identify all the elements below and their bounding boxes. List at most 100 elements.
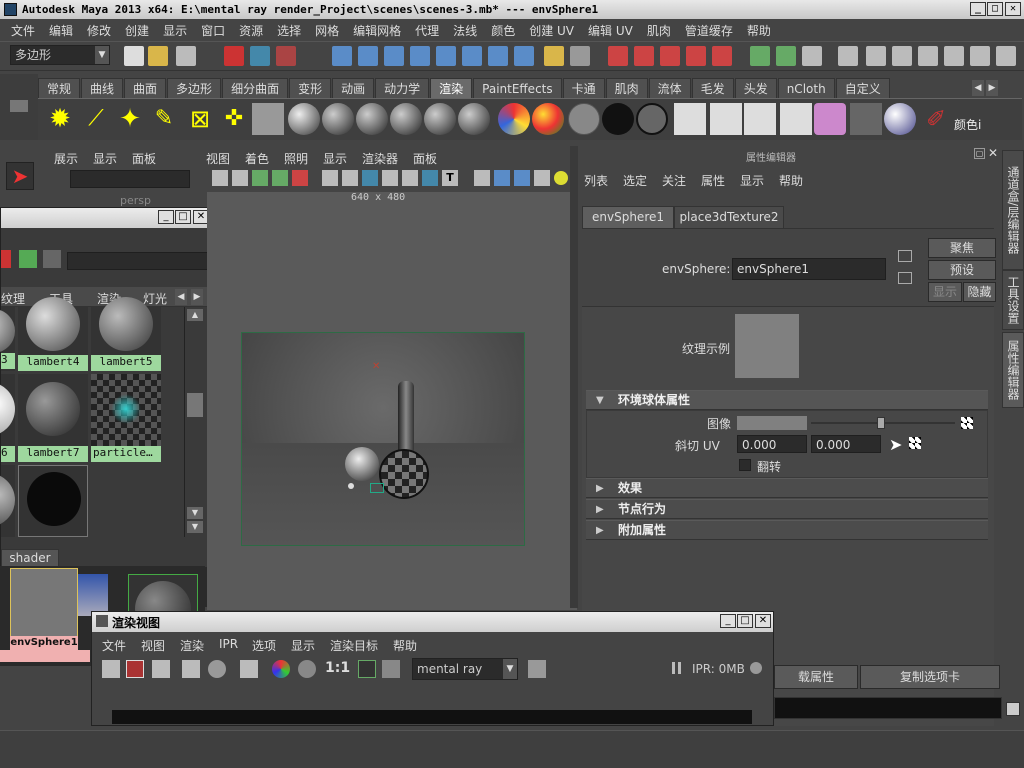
rv-menu-view[interactable]: 视图 — [141, 637, 165, 654]
shelf-tab-painteffects[interactable]: PaintEffects — [473, 78, 562, 98]
close-panel-icon[interactable]: ✕ — [988, 146, 998, 160]
presets-button[interactable]: 预设 — [928, 260, 996, 280]
viewport-menu-panels[interactable]: 面板 — [413, 150, 437, 167]
film-gate-icon[interactable] — [342, 170, 358, 186]
renderer-dropdown[interactable]: mental ray ▼ — [412, 658, 518, 680]
shelf-scroll-right-icon[interactable]: ▶ — [986, 80, 998, 96]
toggle-sidebar-icon[interactable] — [802, 46, 822, 66]
shelf-tab-animation[interactable]: 动画 — [332, 78, 375, 98]
menu-window[interactable]: 窗口 — [194, 22, 232, 39]
menu-edit[interactable]: 编辑 — [42, 22, 80, 39]
hypershade-graph-icon[interactable] — [19, 250, 37, 268]
render-settings-shelf-icon[interactable] — [780, 103, 812, 135]
textured-icon[interactable] — [514, 170, 530, 186]
hypershade-minimize-button[interactable]: _ — [158, 210, 174, 224]
volume-light-icon[interactable]: ✜ — [218, 103, 250, 135]
alpha-channel-icon[interactable] — [298, 660, 316, 678]
panel-toggle-icon[interactable] — [944, 46, 964, 66]
ipr-clapper-icon[interactable] — [710, 103, 742, 135]
rv-menu-help[interactable]: 帮助 — [393, 637, 417, 654]
spot-light-icon[interactable]: ✎ — [148, 103, 180, 135]
select-object-icon[interactable] — [250, 46, 270, 66]
layered-shader-icon[interactable] — [532, 103, 564, 135]
image-slider-handle[interactable] — [877, 417, 885, 429]
command-feedback-field[interactable] — [774, 697, 1002, 719]
load-attributes-button[interactable]: 载属性 — [774, 665, 858, 689]
viewport-menu-view[interactable]: 视图 — [206, 150, 230, 167]
shelf-tab-toon[interactable]: 卡通 — [562, 78, 605, 98]
section-effects[interactable]: ▶ 效果 — [586, 478, 988, 498]
maximize-button[interactable]: □ — [987, 2, 1003, 16]
attribute-editor-toggle-icon[interactable] — [866, 46, 886, 66]
shelf-tab-general[interactable]: 常规 — [38, 78, 81, 98]
render-diagnostics-icon[interactable] — [850, 103, 882, 135]
envsphere-node-swatch[interactable] — [10, 568, 78, 638]
redo-render-icon[interactable] — [102, 660, 120, 678]
modeling-toolkit-icon[interactable] — [838, 46, 858, 66]
shelf-tab-polygons[interactable]: 多边形 — [167, 78, 222, 98]
checker-sphere-mesh[interactable] — [379, 449, 429, 499]
image-node-swatch[interactable] — [78, 574, 108, 616]
ramp-shader-icon[interactable] — [498, 103, 530, 135]
minimize-button[interactable]: _ — [970, 2, 986, 16]
outliner-search-field[interactable] — [70, 170, 190, 188]
menu-modify[interactable]: 修改 — [80, 22, 118, 39]
gate-mask-icon[interactable] — [382, 170, 398, 186]
field-chart-icon[interactable] — [402, 170, 418, 186]
color-tool-label[interactable]: 颜色i — [954, 103, 988, 135]
swatch-lambert5[interactable]: lambert5 — [91, 297, 161, 371]
rgb-channels-icon[interactable] — [272, 660, 290, 678]
menu-file[interactable]: 文件 — [4, 22, 42, 39]
bookmark-icon[interactable] — [252, 170, 268, 186]
camera-attributes-icon[interactable] — [212, 170, 228, 186]
menu-proxy[interactable]: 代理 — [408, 22, 446, 39]
viewport-menu-show[interactable]: 显示 — [323, 150, 347, 167]
show-button[interactable]: 显示 — [928, 282, 962, 302]
shear-map-icon[interactable] — [909, 437, 921, 449]
swatch-partial[interactable] — [0, 465, 15, 537]
image-plane-icon[interactable] — [272, 170, 288, 186]
scroll-end-icon[interactable]: ▼ — [187, 521, 203, 533]
refresh-ipr-icon[interactable] — [208, 660, 226, 678]
menu-help[interactable]: 帮助 — [740, 22, 778, 39]
ae-menu-show[interactable]: 显示 — [740, 172, 764, 189]
hypershade-tab-lights[interactable]: 灯光 — [143, 290, 167, 307]
menu-edit-mesh[interactable]: 编辑网格 — [346, 22, 408, 39]
snap-plane-icon[interactable] — [410, 46, 430, 66]
viewport-menu-lighting[interactable]: 照明 — [284, 150, 308, 167]
render-view-minimize-button[interactable]: _ — [720, 614, 736, 628]
lock-icon[interactable] — [544, 46, 564, 66]
phong-sphere-icon[interactable] — [390, 103, 422, 135]
open-scene-icon[interactable] — [148, 46, 168, 66]
snap-grid-icon[interactable] — [332, 46, 352, 66]
menu-mesh[interactable]: 网格 — [308, 22, 346, 39]
rv-menu-render[interactable]: 渲染 — [180, 637, 204, 654]
rv-menu-display[interactable]: 显示 — [291, 637, 315, 654]
hide-button[interactable]: 隐藏 — [963, 282, 996, 302]
hypershade-tab-textures[interactable]: 纹理 — [1, 290, 25, 307]
grid-icon[interactable] — [322, 170, 338, 186]
blinn-sphere-icon[interactable] — [356, 103, 388, 135]
ipr-render-icon[interactable] — [634, 46, 654, 66]
focus-button[interactable]: 聚焦 — [928, 238, 996, 258]
scroll-up-icon[interactable]: ▲ — [187, 309, 203, 321]
render-sphere-icon[interactable] — [288, 103, 320, 135]
phonge-sphere-icon[interactable] — [424, 103, 456, 135]
menu-display[interactable]: 显示 — [156, 22, 194, 39]
shelf-tab-deformation[interactable]: 变形 — [289, 78, 332, 98]
menu-muscle[interactable]: 肌肉 — [640, 22, 678, 39]
cylinder-mesh[interactable] — [398, 381, 414, 455]
close-button[interactable]: ✕ — [1005, 2, 1021, 16]
rv-menu-options[interactable]: 选项 — [252, 637, 276, 654]
viewport-menu-shading[interactable]: 着色 — [245, 150, 269, 167]
viewport-menu-renderer[interactable]: 渲染器 — [362, 150, 398, 167]
shelf-menu-icon[interactable] — [10, 100, 28, 112]
anisotropic-sphere-icon[interactable] — [458, 103, 490, 135]
shelf-handle[interactable] — [0, 74, 38, 140]
input-field-icon[interactable] — [750, 46, 770, 66]
shelf-scroll-left-icon[interactable]: ◀ — [972, 80, 984, 96]
shelf-tab-fur[interactable]: 毛发 — [691, 78, 734, 98]
menu-assets[interactable]: 资源 — [232, 22, 270, 39]
shear-u-field[interactable]: 0.000 — [737, 435, 807, 453]
wireframe-icon[interactable] — [474, 170, 490, 186]
